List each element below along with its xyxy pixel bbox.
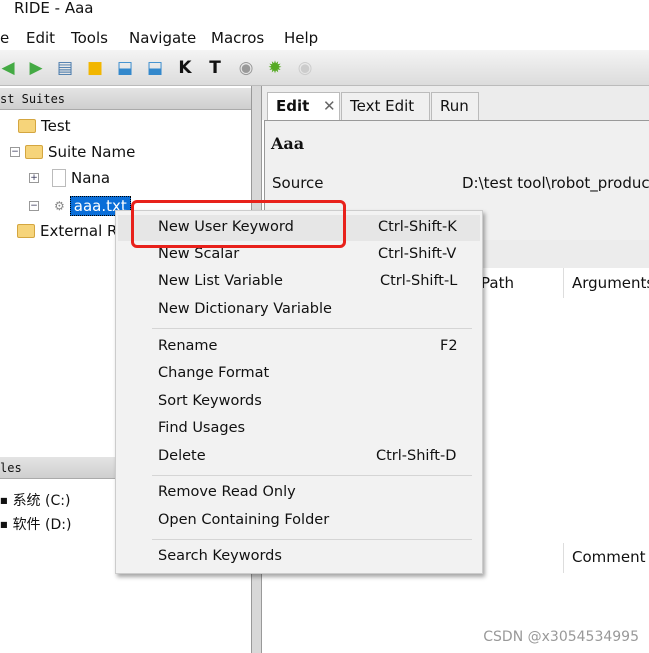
shortcut: Ctrl-Shift-K <box>378 219 457 235</box>
drive-icon: ■ <box>0 495 8 505</box>
column-arguments: Arguments <box>563 268 649 298</box>
stop-icon[interactable]: ◉ <box>295 58 315 78</box>
forward-arrow-icon[interactable]: ▶ <box>26 58 46 78</box>
menu-file[interactable]: e <box>0 29 9 47</box>
highlight-annotation-box <box>131 200 346 248</box>
tree-label: Test <box>41 117 71 135</box>
tab-bar: Edit ✕ Text Edit Run <box>262 86 649 120</box>
file-icon <box>52 169 66 187</box>
drive-label: 系统 (C:) <box>12 493 71 509</box>
tab-edit[interactable]: Edit ✕ <box>267 92 340 120</box>
tree-item-suite-name[interactable]: − Suite Name <box>10 143 135 161</box>
suite-name: Aaa <box>271 134 305 153</box>
collapse-icon[interactable]: − <box>10 147 20 157</box>
tree-label: Nana <box>71 169 111 187</box>
source-value: D:\test tool\robot_produc <box>462 174 649 192</box>
shortcut: Ctrl-Shift-L <box>380 273 458 289</box>
shortcut: Ctrl-Shift-V <box>378 246 457 262</box>
column-path: Path <box>481 274 514 292</box>
menu-item-new-scalar[interactable]: New Scalar <box>158 246 239 262</box>
menu-item-change-format[interactable]: Change Format <box>158 365 269 381</box>
window-title: RIDE - Aaa <box>14 0 94 17</box>
tree-item-test[interactable]: Test <box>0 117 71 135</box>
test-suites-header: st Suites <box>0 88 251 110</box>
collapse-icon[interactable]: − <box>29 201 39 211</box>
folder-icon <box>25 145 43 159</box>
menu-item-new-dictionary-variable[interactable]: New Dictionary Variable <box>158 301 332 317</box>
open-folder-icon[interactable]: ■ <box>85 58 105 78</box>
file-drive-d[interactable]: ■ 软件 (D:) <box>0 514 71 534</box>
save-all-icon[interactable]: ⬓ <box>145 58 165 78</box>
menu-help[interactable]: Help <box>284 29 318 47</box>
debug-bug-icon[interactable]: ✹ <box>265 58 285 78</box>
tree-label: Suite Name <box>48 143 136 161</box>
menu-item-rename[interactable]: Rename <box>158 338 217 354</box>
menu-item-sort-keywords[interactable]: Sort Keywords <box>158 393 262 409</box>
file-drive-c[interactable]: ■ 系统 (C:) <box>0 490 70 510</box>
source-label: Source <box>272 174 324 192</box>
external-folder-icon <box>17 224 35 238</box>
menu-bar: e Edit Tools Navigate Macros Help <box>0 26 649 50</box>
drive-icon: ■ <box>0 519 8 529</box>
drive-label: 软件 (D:) <box>12 517 72 533</box>
run-icon[interactable]: ◉ <box>236 58 256 78</box>
menu-tools[interactable]: Tools <box>71 29 108 47</box>
column-comment: Comment <box>563 543 646 573</box>
search-keyword-icon[interactable]: K <box>175 58 195 78</box>
save-icon[interactable]: ⬓ <box>115 58 135 78</box>
tab-text-edit[interactable]: Text Edit <box>341 92 430 120</box>
menu-item-remove-read-only[interactable]: Remove Read Only <box>158 484 296 500</box>
folder-icon <box>18 119 36 133</box>
menu-macros[interactable]: Macros <box>211 29 264 47</box>
menu-item-find-usages[interactable]: Find Usages <box>158 420 245 436</box>
tab-run[interactable]: Run <box>431 92 479 120</box>
tree-item-nana[interactable]: + Nana <box>29 169 110 187</box>
resource-gear-icon: ⚙ <box>54 199 65 213</box>
menu-navigate[interactable]: Navigate <box>129 29 196 47</box>
tree-label: External R <box>40 222 118 240</box>
menu-item-delete[interactable]: Delete <box>158 448 206 464</box>
menu-edit[interactable]: Edit <box>26 29 55 47</box>
toolbar: ◀ ▶ ▤ ■ ⬓ ⬓ K T ◉ ✹ ◉ <box>0 50 649 86</box>
context-menu: New User Keyword Ctrl-Shift-K New Scalar… <box>115 210 483 574</box>
back-arrow-icon[interactable]: ◀ <box>0 58 18 78</box>
shortcut: F2 <box>440 338 458 354</box>
search-test-icon[interactable]: T <box>205 58 225 78</box>
menu-item-new-list-variable[interactable]: New List Variable <box>158 273 283 289</box>
menu-separator <box>152 539 472 540</box>
tab-label: Edit <box>276 97 310 115</box>
menu-separator <box>152 475 472 476</box>
menu-separator <box>152 328 472 329</box>
watermark: CSDN @x3054534995 <box>483 629 639 645</box>
close-icon[interactable]: ✕ <box>323 93 336 119</box>
menu-item-open-containing-folder[interactable]: Open Containing Folder <box>158 512 329 528</box>
menu-item-search-keywords[interactable]: Search Keywords <box>158 548 282 564</box>
shortcut: Ctrl-Shift-D <box>376 448 457 464</box>
open-suite-icon[interactable]: ▤ <box>55 58 75 78</box>
tree-item-external-resources[interactable]: External R <box>17 222 117 240</box>
expand-icon[interactable]: + <box>29 173 39 183</box>
